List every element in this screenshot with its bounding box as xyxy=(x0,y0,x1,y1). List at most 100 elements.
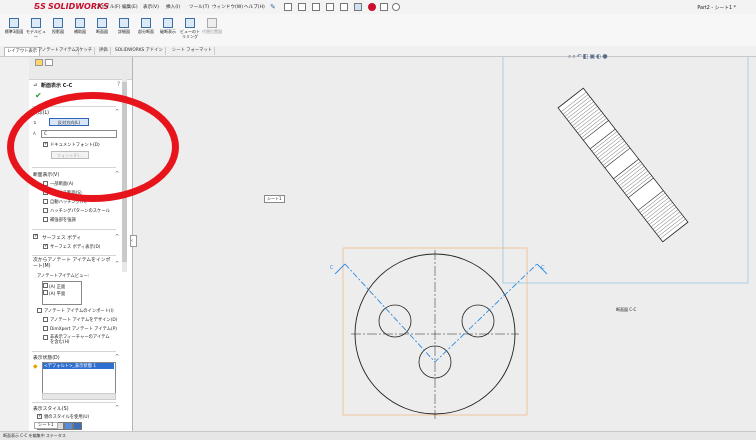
menu-tools[interactable]: ツール(T) xyxy=(189,4,209,10)
ok-check-icon[interactable]: ✔ xyxy=(35,91,42,100)
separator xyxy=(32,402,116,403)
section-view-label: 断面図 C-C xyxy=(616,307,637,312)
design-annotations-checkbox[interactable] xyxy=(43,317,48,322)
emphasize-outline-label: 補強部を強調 xyxy=(50,218,76,223)
collapse-caret-icon[interactable]: ^ xyxy=(115,354,119,360)
feature-tree-tab-icon[interactable] xyxy=(45,59,53,66)
auxiliary-view-button[interactable]: 補助図 xyxy=(69,18,91,34)
projected-view-icon xyxy=(53,18,63,28)
tab-view-layout[interactable]: レイアウト表示 xyxy=(4,47,41,56)
select-icon[interactable] xyxy=(354,3,362,11)
separator xyxy=(32,255,116,256)
hidden-feature-items-checkbox[interactable] xyxy=(43,335,48,340)
graphics-area[interactable]: C C シート1 断面図 C-C ‹ xyxy=(130,54,756,431)
collapse-caret-icon[interactable]: ^ xyxy=(115,261,119,267)
tab-addins[interactable]: SOLIDWORKS アドイン xyxy=(113,47,166,55)
standard-3-view-button[interactable]: 標準3面図 xyxy=(3,18,25,34)
collapse-caret-icon[interactable]: ^ xyxy=(115,405,119,411)
view-tag[interactable]: シート1 xyxy=(264,195,285,203)
tab-evaluate[interactable]: 評価 xyxy=(97,47,111,55)
heads-up-toolbar: ⌕⌕↶◧▣◐● xyxy=(568,53,609,61)
broken-out-section-icon xyxy=(141,18,151,28)
property-tab-icon[interactable] xyxy=(35,59,43,66)
section-letter-left: C xyxy=(330,265,334,271)
dimxpert-annotations-checkbox[interactable] xyxy=(43,326,48,331)
save-icon[interactable] xyxy=(312,3,320,11)
document-title: Part2 - シート1 * xyxy=(697,6,736,11)
print-icon[interactable] xyxy=(326,3,334,11)
surface-bodies-checkbox[interactable] xyxy=(33,233,38,239)
menu-insert[interactable]: 挿入(I) xyxy=(166,4,180,10)
menu-file[interactable]: ファイル(F) xyxy=(96,4,121,10)
checkbox-icon xyxy=(43,290,48,295)
sheet-tab-bar: シート1 xyxy=(34,422,58,429)
auto-hatching-checkbox[interactable] xyxy=(43,199,48,204)
show-surface-bodies-label: サーフェス ボディ表示(D) xyxy=(50,245,101,250)
command-manager: 標準3面図 モデルビュー 投影図 補助図 断面図 詳細図 部分断面 破断表示 ビ… xyxy=(0,14,756,47)
tab-sheet-format[interactable]: シート フォーマット xyxy=(170,47,216,55)
appearance-icon[interactable]: ● xyxy=(602,53,608,60)
section-arrow-left[interactable] xyxy=(334,263,346,275)
detail-view-icon xyxy=(119,18,129,28)
shaded-with-edges-icon[interactable] xyxy=(64,422,73,430)
options-icon[interactable] xyxy=(392,3,400,11)
standard-3-view-icon xyxy=(9,18,19,28)
file-properties-icon[interactable] xyxy=(380,3,388,11)
hatch-scale-label: ハッチングパターンのスケール xyxy=(50,209,110,214)
property-manager-header xyxy=(29,57,132,80)
display-state-list[interactable]: <デフォルト>_表示状態 1 xyxy=(42,362,116,394)
section-letter-right: C xyxy=(541,265,545,271)
list-scrollbar[interactable] xyxy=(42,393,116,400)
dimxpert-annotations-label: DimXpert アノテート アイテム(P) xyxy=(50,327,117,332)
new-doc-icon[interactable] xyxy=(284,3,292,11)
open-icon[interactable] xyxy=(298,3,306,11)
display-style-title: 表示スタイル(S) xyxy=(33,407,69,412)
surface-bodies-title: サーフェス ボディ xyxy=(42,236,82,241)
sheet-tab[interactable]: シート1 xyxy=(34,422,58,429)
pin-icon[interactable]: ✎ xyxy=(270,3,276,11)
help-icon[interactable]: ? xyxy=(117,81,120,88)
list-item[interactable]: (A) 正面 xyxy=(43,283,81,290)
shaded-icon[interactable] xyxy=(73,422,82,430)
highlight-circle xyxy=(7,92,179,202)
display-state-icon: ◆ xyxy=(33,363,38,370)
drawing-sheet: C C xyxy=(330,54,749,419)
model-view-icon xyxy=(31,18,41,28)
menu-help[interactable]: ヘルプ(H) xyxy=(244,4,265,10)
section-view-cc[interactable] xyxy=(557,87,689,243)
use-parent-style-checkbox[interactable] xyxy=(37,413,42,419)
separator xyxy=(32,229,116,230)
design-annotations-label: アノテート アイテムをデザイン(D) xyxy=(50,318,118,323)
panel-collapse-icon[interactable]: ‹ xyxy=(130,235,137,247)
hole-left[interactable] xyxy=(378,304,412,338)
menu-view[interactable]: 表示(V) xyxy=(143,4,159,10)
alternate-position-view-button[interactable]: 代替位置図 xyxy=(201,18,223,34)
title-bar: ƼS SOLIDWORKS ファイル(F) 編集(E) 表示(V) 挿入(I) ツ… xyxy=(0,0,756,15)
crop-view-button[interactable]: ビューのトリミング xyxy=(179,18,201,39)
break-button[interactable]: 破断表示 xyxy=(157,18,179,34)
menu-edit[interactable]: 編集(E) xyxy=(122,4,138,10)
undo-icon[interactable] xyxy=(340,3,348,11)
hatch-scale-checkbox[interactable] xyxy=(43,208,48,213)
collapse-caret-icon[interactable]: ^ xyxy=(115,234,119,240)
projected-view-button[interactable]: 投影図 xyxy=(47,18,69,34)
annotation-view-list[interactable]: (A) 正面 (A) 平面 xyxy=(42,281,82,305)
checkbox-icon xyxy=(43,283,48,288)
display-state-title: 表示状態(D) xyxy=(33,356,60,361)
panel-title: 断面表示 C-C xyxy=(41,83,73,89)
list-item[interactable]: <デフォルト>_表示状態 1 xyxy=(43,363,114,369)
model-view-button[interactable]: モデルビュー xyxy=(25,18,47,39)
section-view-button[interactable]: 断面図 xyxy=(91,18,113,34)
rebuild-icon[interactable] xyxy=(368,3,376,11)
emphasize-outline-checkbox[interactable] xyxy=(43,217,48,222)
tab-sketch[interactable]: スケッチ xyxy=(73,47,96,55)
list-item[interactable]: (A) 平面 xyxy=(43,290,81,297)
detail-view-button[interactable]: 詳細図 xyxy=(113,18,135,34)
broken-out-section-button[interactable]: 部分断面 xyxy=(135,18,157,34)
show-surface-bodies-checkbox[interactable] xyxy=(43,243,48,249)
break-icon xyxy=(163,18,173,28)
import-annotations-checkbox[interactable] xyxy=(37,308,42,313)
menu-window[interactable]: ウィンドウ(W) xyxy=(212,4,243,10)
section-view-icon: ⊿ xyxy=(33,82,38,88)
alternate-position-icon xyxy=(207,18,217,28)
